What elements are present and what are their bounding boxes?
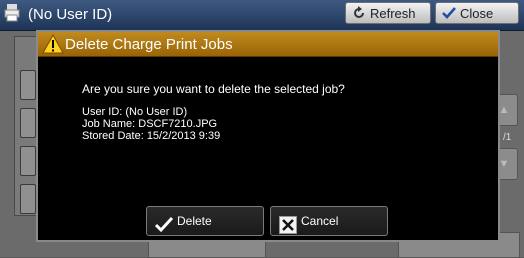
stored-date-line: Stored Date: 15/2/2013 9:39 <box>82 130 221 142</box>
warning-triangle-icon <box>42 34 64 54</box>
job-row-icon <box>20 108 36 138</box>
job-name-line: Job Name: DSCF7210.JPG <box>82 118 218 130</box>
delete-label: Delete <box>177 214 212 228</box>
triangle-down-icon: ▼ <box>498 158 510 170</box>
delete-button[interactable]: Delete <box>146 206 264 236</box>
cancel-x-icon <box>279 216 297 234</box>
refresh-label: Refresh <box>370 6 416 21</box>
triangle-up-icon: ▲ <box>498 104 510 116</box>
job-row-icon <box>20 70 36 100</box>
close-label: Close <box>460 6 494 21</box>
printer-icon <box>4 4 20 22</box>
job-row-icon <box>20 146 36 176</box>
screen-header: (No User ID) Refresh Close <box>0 0 524 31</box>
delete-confirmation-dialog: Delete Charge Print Jobs Are you sure yo… <box>36 30 500 242</box>
cancel-label: Cancel <box>301 214 339 228</box>
refresh-icon <box>354 6 364 18</box>
screen-title: (No User ID) <box>28 6 113 23</box>
job-row-icon <box>20 184 36 214</box>
refresh-button[interactable]: Refresh <box>345 2 431 24</box>
close-button[interactable]: Close <box>435 2 519 24</box>
dialog-titlebar: Delete Charge Print Jobs <box>38 32 498 57</box>
cancel-button[interactable]: Cancel <box>270 206 388 236</box>
checkmark-icon <box>442 7 456 19</box>
user-id-line: User ID: (No User ID) <box>82 106 188 118</box>
page-indicator: /1 <box>503 132 512 143</box>
job-details: User ID: (No User ID) Job Name: DSCF7210… <box>82 106 220 142</box>
checkmark-icon <box>155 216 173 233</box>
confirm-question: Are you sure you want to delete the sele… <box>82 82 345 96</box>
dialog-title: Delete Charge Print Jobs <box>65 36 233 53</box>
